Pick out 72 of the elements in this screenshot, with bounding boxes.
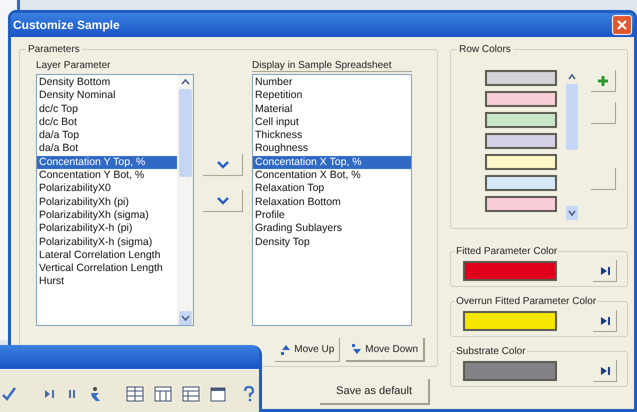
list-label: Display in Sample Spreadsheet — [252, 58, 412, 72]
list-item[interactable]: Relaxation Bottom — [253, 196, 411, 209]
grid-icon[interactable] — [182, 386, 200, 402]
list-item[interactable]: PolarizabilityXh (pi) — [37, 196, 177, 209]
color-swatch[interactable] — [485, 112, 558, 128]
list-item[interactable]: Roughness — [253, 142, 411, 156]
arrow-icon — [598, 316, 610, 326]
arrow-down-icon — [351, 343, 364, 355]
check-icon[interactable] — [2, 387, 16, 401]
list-item[interactable]: Vertical Correlation Length — [37, 262, 177, 276]
list-item[interactable]: Concentation Y Top, % — [37, 156, 177, 170]
list-item[interactable]: Concentation X Bot, % — [253, 169, 411, 182]
add-button[interactable] — [203, 154, 243, 176]
list-item[interactable]: PolarizabilityXh (sigma) — [37, 208, 177, 222]
color-swatch[interactable] — [485, 196, 558, 212]
add-button[interactable] — [591, 70, 616, 92]
skip-end-icon[interactable] — [42, 387, 56, 401]
list-item[interactable]: Relaxation Top — [253, 182, 411, 196]
window-title: Customize Sample — [13, 17, 120, 34]
save-button[interactable]: Save as default — [320, 379, 430, 405]
close-icon — [617, 20, 627, 30]
color-swatch[interactable] — [485, 70, 558, 86]
grid-icon[interactable] — [154, 386, 172, 402]
remove-button[interactable] — [203, 190, 243, 212]
color-swatch[interactable] — [485, 91, 558, 107]
grid-icon[interactable] — [126, 386, 144, 402]
list-item[interactable]: Density Nominal — [37, 89, 177, 103]
color-swatch[interactable] — [463, 361, 558, 381]
list-item[interactable]: da/a Bot — [37, 142, 177, 156]
list-item[interactable]: PolarizabilityX0 — [37, 182, 177, 196]
list-item[interactable]: dc/c Bot — [37, 116, 177, 130]
list-item[interactable]: Repetition — [253, 89, 411, 103]
scroll-down-icon[interactable] — [566, 206, 578, 220]
list-item[interactable]: Density Bottom — [37, 76, 177, 90]
list-item[interactable]: Cell input — [253, 116, 411, 130]
arrow-up-icon — [280, 344, 292, 356]
list-item[interactable]: PolarizabilityX-h (sigma) — [37, 236, 177, 249]
list-item[interactable]: Profile — [253, 208, 411, 222]
color-swatch[interactable] — [485, 133, 558, 149]
list-item[interactable]: Concentation Y Bot, % — [37, 169, 177, 182]
scroll-thumb[interactable] — [178, 89, 192, 177]
list-item[interactable]: Material — [253, 102, 411, 116]
list-item[interactable]: Concentation X Top, % — [253, 156, 411, 170]
list-item[interactable]: Thickness — [253, 129, 411, 142]
arrow-icon — [598, 366, 610, 376]
arrow-icon — [598, 266, 610, 276]
list-label: Layer Parameter — [36, 59, 112, 72]
move-down-button[interactable]: Move Down — [346, 338, 426, 362]
close-button[interactable] — [612, 15, 632, 35]
color-swatch[interactable] — [485, 154, 558, 170]
list-item[interactable]: Number — [253, 76, 411, 90]
list-item[interactable]: dc/c Top — [37, 102, 177, 116]
pick-color-button[interactable] — [593, 310, 617, 332]
color-swatch[interactable] — [485, 175, 558, 191]
list-item[interactable]: Density Top — [253, 236, 411, 249]
color-swatch[interactable] — [463, 311, 558, 331]
window-icon[interactable] — [210, 386, 226, 402]
pick-color-button[interactable] — [593, 260, 617, 282]
scroll-down-icon[interactable] — [178, 311, 192, 325]
pick-color-button[interactable] — [593, 360, 617, 382]
color-swatch[interactable] — [463, 261, 558, 281]
plus-icon — [597, 74, 610, 86]
pause-icon[interactable] — [66, 387, 78, 401]
move-up-button[interactable]: Move Up — [275, 338, 340, 362]
scrollbar[interactable] — [177, 75, 193, 325]
help-icon[interactable] — [242, 386, 256, 402]
list-item[interactable]: Lateral Correlation Length — [37, 248, 177, 262]
list-item[interactable]: Hurst — [37, 275, 177, 289]
scroll-thumb[interactable] — [566, 84, 578, 150]
list-item[interactable]: PolarizabilityX-h (pi) — [37, 222, 177, 236]
list-item[interactable]: Grading Sublayers — [253, 222, 411, 236]
list-item[interactable]: da/a Top — [37, 129, 177, 142]
